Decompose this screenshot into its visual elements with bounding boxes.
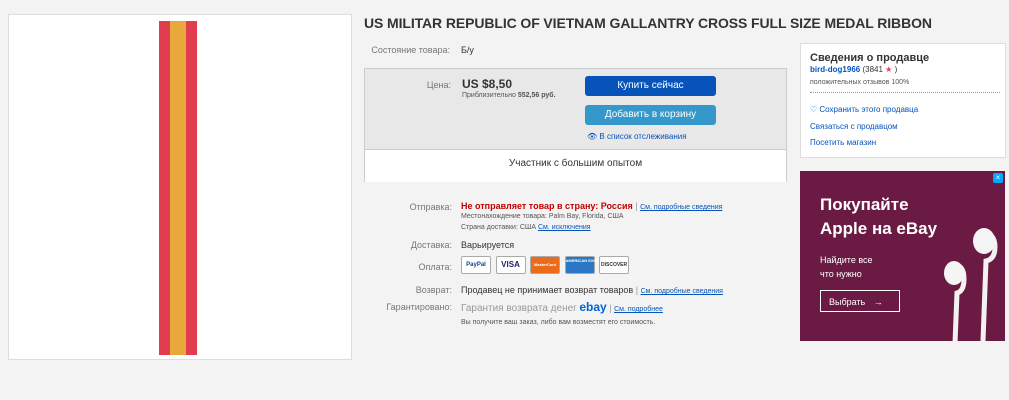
heart-icon: ♡ xyxy=(810,105,818,114)
seller-panel: Сведения о продавце bird-dog1966 (3841 ★… xyxy=(800,43,1006,158)
medal-ribbon-image xyxy=(159,21,197,355)
price-approx-value: 552,56 руб. xyxy=(517,92,556,99)
ebay-logo: ebay xyxy=(579,300,607,314)
shipping-label: Отправка: xyxy=(409,202,452,212)
ad-title-line1: Покупайте xyxy=(820,195,909,214)
returns-label: Возврат: xyxy=(415,285,452,295)
guarantee-sep: | xyxy=(609,303,612,313)
ad-info-icon[interactable]: × xyxy=(993,173,1003,183)
mastercard-icon: MasterCard xyxy=(530,256,561,274)
shipping-row: Не отправляет товар в страну: Россия | С… xyxy=(461,201,722,211)
price-value: US $8,50 xyxy=(462,77,513,91)
seller-score: (3841 xyxy=(862,65,883,74)
paypal-icon: PayPal xyxy=(461,256,491,274)
contact-seller-link[interactable]: Связаться с продавцом xyxy=(810,122,898,131)
location-label: Местонахождение товара: xyxy=(461,213,547,220)
divider xyxy=(810,92,1000,93)
location-value: Palm Bay, Florida, США xyxy=(548,213,624,220)
eye-icon: 👁 xyxy=(587,132,598,141)
country-label: Страна доставки: xyxy=(461,224,518,231)
condition-value: Б/у xyxy=(461,45,474,55)
seller-score-end: ) xyxy=(894,65,898,74)
seller-feedback: положительных отзывов 100% xyxy=(810,79,910,86)
ad-banner[interactable]: × Покупайте Apple на eBay Найдите все чт… xyxy=(800,171,1005,341)
country-row: Страна доставки: США См. исключения xyxy=(461,224,591,231)
seller-name[interactable]: bird-dog1966 xyxy=(810,65,860,74)
ad-subtitle-line1: Найдите все xyxy=(820,255,873,265)
returns-row: Продавец не принимает возврат товаров | … xyxy=(461,285,723,295)
guarantee-value: Гарантия возврата денег xyxy=(461,303,577,314)
condition-label: Состояние товара: xyxy=(371,45,450,55)
add-to-cart-button[interactable]: Добавить в корзину xyxy=(585,105,716,125)
price-approx: Приблизительно 552,56 руб. xyxy=(462,92,556,99)
location-row: Местонахождение товара: Palm Bay, Florid… xyxy=(461,213,624,220)
ad-choose-button[interactable]: Выбрать → xyxy=(820,290,900,312)
payment-label: Оплата: xyxy=(418,262,452,272)
shipping-sep: | xyxy=(635,201,638,211)
payment-cards: PayPal VISA MasterCard AMERICAN EXPRESS … xyxy=(461,256,631,274)
exceptions-link[interactable]: См. исключения xyxy=(538,224,591,231)
earphones-icon xyxy=(944,228,998,341)
seller-name-row: bird-dog1966 (3841 ★ ) xyxy=(810,65,897,74)
price-approx-prefix: Приблизительно xyxy=(462,92,516,99)
returns-details-link[interactable]: См. подробные сведения xyxy=(641,288,723,295)
arrow-right-icon: → xyxy=(873,297,883,307)
seller-experience: Участник с большим опытом xyxy=(365,149,786,182)
price-label: Цена: xyxy=(426,80,451,90)
save-seller-link[interactable]: ♡ Сохранить этого продавца xyxy=(810,105,918,114)
watch-label: В список отслеживания xyxy=(599,132,687,141)
guarantee-note: Вы получите ваш заказ, либо вам возместя… xyxy=(461,319,656,326)
discover-icon: DISCOVER xyxy=(599,256,630,274)
ad-title: Покупайте Apple на eBay xyxy=(820,193,937,241)
watch-link[interactable]: 👁 В список отслеживания xyxy=(587,132,687,141)
shipping-details-link[interactable]: См. подробные сведения xyxy=(640,204,722,211)
guarantee-label: Гарантировано: xyxy=(386,302,452,312)
amex-icon: AMERICAN EXPRESS xyxy=(564,256,607,274)
visit-store-link[interactable]: Посетить магазин xyxy=(810,138,876,147)
product-title: US MILITAR REPUBLIC OF VIETNAM GALLANTRY… xyxy=(364,15,932,31)
seller-heading: Сведения о продавце xyxy=(810,52,930,64)
country-value: США xyxy=(519,224,536,231)
ad-choose-label: Выбрать xyxy=(829,297,866,307)
visa-icon: VISA xyxy=(495,256,526,274)
returns-sep: | xyxy=(635,285,639,295)
guarantee-row: Гарантия возврата денег ebay | См. подро… xyxy=(461,300,663,314)
returns-value: Продавец не принимает возврат товаров xyxy=(461,285,634,295)
delivery-label: Доставка: xyxy=(410,240,452,250)
ad-subtitle-line2: что нужно xyxy=(820,269,862,279)
product-image-frame[interactable] xyxy=(8,14,352,360)
save-seller-label: Сохранить этого продавца xyxy=(819,105,919,114)
delivery-value: Варьируется xyxy=(461,240,515,250)
buy-box: Цена: US $8,50 Приблизительно 552,56 руб… xyxy=(364,68,787,182)
buy-now-button[interactable]: Купить сейчас xyxy=(585,76,716,96)
guarantee-link[interactable]: См. подробнее xyxy=(614,306,663,313)
star-icon: ★ xyxy=(885,65,893,74)
ad-title-line2: Apple на eBay xyxy=(820,219,938,238)
ad-subtitle: Найдите все что нужно xyxy=(820,253,873,281)
shipping-warning: Не отправляет товар в страну: Россия xyxy=(461,201,633,211)
